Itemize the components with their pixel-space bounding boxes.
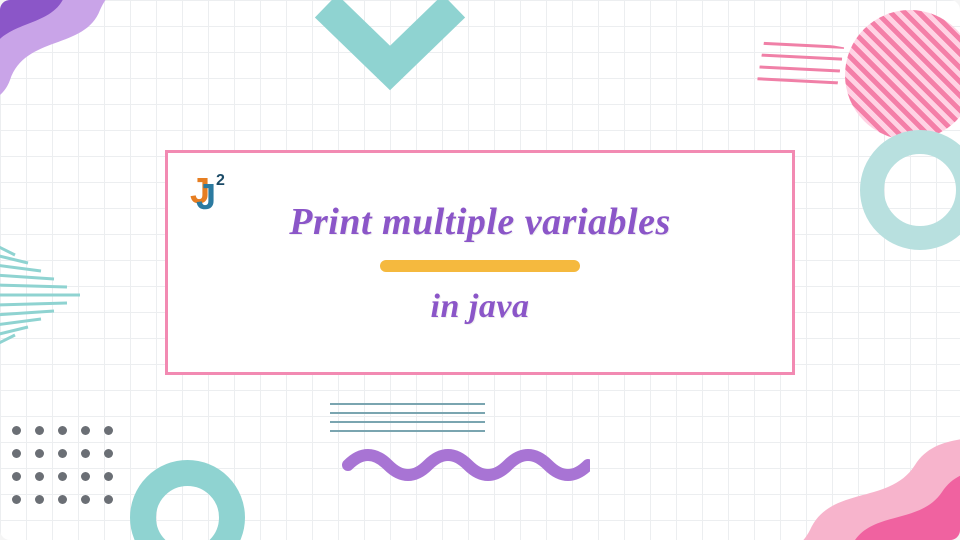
title-line-1: Print multiple variables <box>289 200 670 244</box>
blob-top-left <box>0 0 190 140</box>
title-line-2: in java <box>431 288 530 326</box>
chevron-decor <box>310 0 470 100</box>
diagonal-lines <box>756 33 844 101</box>
triangle-lines <box>0 245 80 345</box>
logo-superscript: 2 <box>216 172 225 189</box>
title-card: J J 2 Print multiple variables in java <box>165 150 795 375</box>
dot-grid <box>12 426 132 526</box>
tutorial-banner: J J 2 Print multiple variables in java <box>0 0 960 540</box>
accent-underline <box>380 260 580 272</box>
ring-right <box>860 130 960 250</box>
wave-decor <box>340 445 590 485</box>
logo-letter-shadow: J <box>196 176 216 217</box>
blob-bottom-right <box>720 370 960 540</box>
striped-circle <box>845 10 960 140</box>
horizontal-lines <box>330 403 485 435</box>
logo-j2: J J 2 <box>188 167 238 217</box>
ring-bottom-left <box>130 460 245 540</box>
